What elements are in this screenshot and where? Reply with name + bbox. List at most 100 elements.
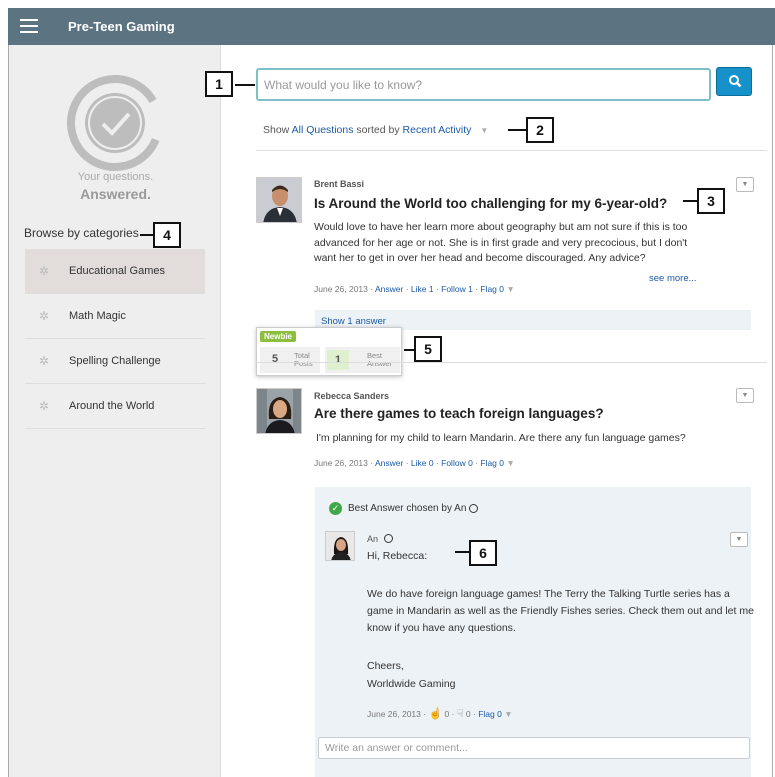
follow-link[interactable]: Follow 1 <box>441 284 473 294</box>
app-title: Pre-Teen Gaming <box>68 19 175 34</box>
category-label: Educational Games <box>69 265 165 277</box>
upvote-count: 0 <box>444 709 450 719</box>
category-gear-icon: ✲ <box>39 309 50 323</box>
post-date: June 26, 2013 <box>367 709 421 719</box>
avatar[interactable] <box>256 177 302 223</box>
question-author[interactable]: Brent Bassi <box>314 179 364 189</box>
show-filter-dropdown[interactable]: All Questions <box>292 124 354 136</box>
category-gear-icon: ✲ <box>39 399 50 413</box>
tagline-top: Your questions. <box>77 171 154 183</box>
callout-arrow <box>140 234 153 236</box>
downvote-count: 0 <box>465 709 471 719</box>
checkmark-icon: ✓ <box>329 502 342 515</box>
like-link[interactable]: Like 1 <box>411 284 434 294</box>
show-answers-link[interactable]: Show 1 answer <box>321 316 386 327</box>
flag-link[interactable]: Flag 0 <box>480 458 504 468</box>
category-item-educational-games[interactable]: ✲ Educational Games <box>25 249 205 294</box>
answer-signoff: Cheers, <box>367 660 404 672</box>
question-author[interactable]: Rebecca Sanders <box>314 391 389 401</box>
see-more-link[interactable]: see more... <box>649 273 697 284</box>
comment-input[interactable]: Write an answer or comment... <box>318 737 750 759</box>
avatar[interactable] <box>325 531 355 561</box>
filter-bar: Show All Questions sorted by Recent Acti… <box>263 124 488 136</box>
callout-arrow <box>235 84 255 86</box>
moderator-ring-icon <box>383 534 393 543</box>
answer-meta: June 26, 2013 · ☝ 0 · ☟ 0 · Flag 0 ▼ <box>367 708 513 720</box>
category-item-math-magic[interactable]: ✲ Math Magic <box>25 294 205 339</box>
search-placeholder: What would you like to know? <box>264 77 423 92</box>
chevron-down-icon[interactable]: ▼ <box>504 709 512 719</box>
question-title[interactable]: Is Around the World too challenging for … <box>314 196 667 211</box>
question-meta: June 26, 2013 · Answer · Like 0 · Follow… <box>314 458 515 468</box>
search-input[interactable]: What would you like to know? <box>256 68 711 101</box>
divider <box>256 362 767 363</box>
answer-body: We do have foreign language games! The T… <box>367 586 757 637</box>
avatar[interactable] <box>256 388 302 434</box>
tagline-bottom: Answered. <box>80 186 151 202</box>
category-item-spelling-challenge[interactable]: ✲ Spelling Challenge <box>25 339 205 384</box>
callout-arrow <box>683 200 697 202</box>
flag-link[interactable]: Flag 0 <box>480 284 504 294</box>
divider <box>256 150 767 151</box>
chevron-down-icon[interactable]: ▼ <box>506 458 514 468</box>
callout-marker: 1 <box>205 71 233 97</box>
question-body-line: advanced for her age or not. She is in f… <box>314 236 688 249</box>
answer-body-line: game in Mandarin as well as the Friendly… <box>367 605 754 617</box>
question-menu-button[interactable]: ▼ <box>736 177 754 192</box>
question-body: I'm planning for my child to learn Manda… <box>316 431 686 447</box>
like-link[interactable]: Like 0 <box>411 458 434 468</box>
sort-dropdown[interactable]: Recent Activity <box>403 124 472 136</box>
user-photo-icon <box>257 178 301 222</box>
total-posts-count: 5 <box>272 353 279 365</box>
question-body-line: I'm planning for my child to learn Manda… <box>316 432 686 444</box>
category-gear-icon: ✲ <box>39 354 50 368</box>
question-menu-button[interactable]: ▼ <box>736 388 754 403</box>
answer-author-name[interactable]: An <box>367 534 378 544</box>
post-date: June 26, 2013 <box>314 458 368 468</box>
answer-menu-button[interactable]: ▼ <box>730 532 748 547</box>
thumbs-up-icon[interactable]: ☝ <box>428 708 442 720</box>
sorted-by-label: sorted by <box>356 124 400 136</box>
callout-marker: 5 <box>414 336 442 362</box>
answer-body-line: know if you have any questions. <box>367 622 516 634</box>
thumbs-down-icon[interactable]: ☟ <box>457 708 464 720</box>
callout-arrow <box>455 551 469 553</box>
callout-arrow <box>404 349 414 351</box>
category-label: Around the World <box>69 400 155 412</box>
answer-link[interactable]: Answer <box>375 458 403 468</box>
category-label: Spelling Challenge <box>69 355 161 367</box>
callout-marker: 6 <box>469 540 497 566</box>
hamburger-menu-icon[interactable] <box>20 19 38 33</box>
category-item-around-the-world[interactable]: ✲ Around the World <box>25 384 205 429</box>
answer-body-line: We do have foreign language games! The T… <box>367 588 730 600</box>
follow-link[interactable]: Follow 0 <box>441 458 473 468</box>
search-icon <box>729 75 742 88</box>
browse-categories-label: Browse by categories <box>24 226 139 240</box>
post-date: June 26, 2013 <box>314 284 368 294</box>
answer-signature: Worldwide Gaming <box>367 678 456 690</box>
answer-link[interactable]: Answer <box>375 284 403 294</box>
sidebar: Your questions. Answered. Browse by cate… <box>8 45 221 777</box>
callout-marker: 2 <box>526 117 554 143</box>
search-button[interactable] <box>716 67 752 96</box>
callout-arrow <box>508 129 526 131</box>
callout-marker: 3 <box>697 188 725 214</box>
answer-author[interactable]: An <box>367 534 393 544</box>
user-photo-icon <box>257 389 301 433</box>
question-meta: June 26, 2013 · Answer · Like 1 · Follow… <box>314 284 515 294</box>
best-answer-banner: ✓ Best Answer chosen by An <box>329 502 479 515</box>
answer-greeting: Hi, Rebecca: <box>367 550 428 562</box>
flag-link[interactable]: Flag 0 <box>478 709 502 719</box>
question-body-line: want her to get in over her head and bec… <box>314 252 646 264</box>
show-label: Show <box>263 124 290 136</box>
category-label: Math Magic <box>69 310 126 322</box>
category-gear-icon: ✲ <box>39 264 50 278</box>
category-list: ✲ Educational Games ✲ Math Magic ✲ Spell… <box>25 249 205 429</box>
chevron-down-icon[interactable]: ▼ <box>506 284 514 294</box>
answers-logo-icon <box>67 75 163 171</box>
best-answer-count: 1 <box>327 350 350 370</box>
question-title[interactable]: Are there games to teach foreign languag… <box>314 406 604 421</box>
callout-marker: 4 <box>153 222 181 248</box>
chevron-down-icon[interactable]: ▼ <box>480 126 488 135</box>
question-body-line: Would love to have her learn more about … <box>314 221 688 233</box>
